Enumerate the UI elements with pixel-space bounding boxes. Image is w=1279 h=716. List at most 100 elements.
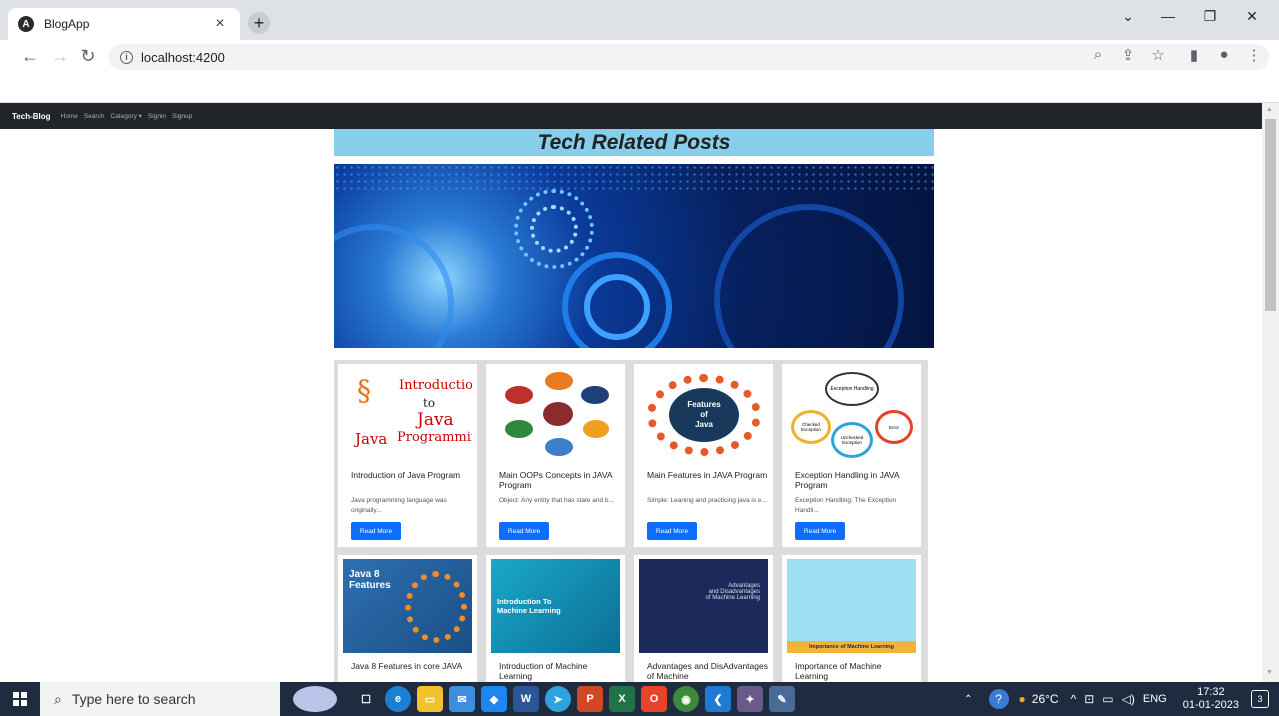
posts-grid: § Java Introduction to Java Programming … — [334, 360, 928, 682]
dropbox-icon[interactable]: ◆ — [481, 686, 507, 712]
excel-icon[interactable]: X — [609, 686, 635, 712]
task-view-icon[interactable]: ☐ — [353, 686, 379, 712]
taskbar-search[interactable]: ⌕ Type here to search — [40, 682, 280, 716]
machine-learning-image: Introduction To Machine Learning — [491, 559, 620, 653]
nav-dropdown-category[interactable]: Category ▾ — [110, 112, 141, 120]
post-card: Exception Handling Checked Exception Unc… — [782, 364, 921, 547]
clock-date: 01-01-2023 — [1182, 699, 1239, 711]
scroll-up-icon[interactable]: ▲ — [1266, 106, 1273, 113]
read-more-button[interactable]: Read More — [647, 522, 697, 540]
bookmark-bar — [0, 72, 1279, 103]
oops-concepts-image — [491, 368, 620, 462]
main-content: Tech Related Posts § Java Introduction t… — [334, 129, 934, 682]
office-icon[interactable]: O — [641, 686, 667, 712]
reload-icon[interactable]: ↻ — [78, 46, 98, 67]
menu-kebab-icon[interactable]: ⋮ — [1244, 46, 1264, 64]
help-icon[interactable]: ? — [988, 689, 1009, 709]
widget-cat-image[interactable] — [280, 682, 350, 716]
windows-taskbar: ⌕ Type here to search ☐ e ▭ ✉ ◆ W ➤ P X … — [0, 682, 1279, 716]
tab-close-button[interactable]: × — [210, 15, 230, 33]
card-title: Java 8 Features in core JAVA — [351, 661, 463, 671]
chevron-up-icon[interactable]: ^ — [1071, 692, 1077, 706]
nav-link-signup[interactable]: Signup — [172, 113, 192, 120]
browser-tab[interactable]: A BlogApp × — [8, 8, 240, 40]
card-excerpt: Simple: Leaning and practicing java is e… — [647, 497, 767, 504]
card-title: Main Features in JAVA Program — [647, 470, 768, 480]
speaker-icon[interactable]: ◁) — [1122, 692, 1135, 706]
post-card: Java 8 Features Java 8 Features in core … — [338, 555, 477, 682]
browser-toolbar: ← → ↻ i localhost:4200 ⌕ ⇪ ☆ ▮ ● ⋮ — [0, 40, 1279, 72]
system-tray: ⌃ ? ● 26°C ^ ⊡ ▭ ◁) ENG 17:32 01-01-2023… — [958, 682, 1279, 716]
network-icon[interactable]: ⊡ — [1084, 692, 1094, 706]
minimize-button[interactable]: — — [1148, 8, 1188, 24]
zoom-icon[interactable]: ⌕ — [1088, 46, 1108, 63]
search-placeholder: Type here to search — [71, 691, 196, 707]
post-card: Advantages and Disadvantages of Machine … — [634, 555, 773, 682]
new-tab-button[interactable]: + — [248, 12, 270, 34]
scroll-thumb[interactable] — [1265, 119, 1276, 311]
card-title: Introduction of Machine Learning — [499, 661, 588, 681]
read-more-button[interactable]: Read More — [795, 522, 845, 540]
powerpoint-icon[interactable]: P — [577, 686, 603, 712]
back-icon[interactable]: ← — [20, 46, 40, 67]
page-scrollbar[interactable]: ▲ ▼ — [1262, 103, 1279, 682]
page-title: Tech Related Posts — [334, 129, 934, 156]
telegram-icon[interactable]: ➤ — [545, 686, 571, 712]
read-more-button[interactable]: Read More — [499, 522, 549, 540]
scroll-down-icon[interactable]: ▼ — [1266, 669, 1273, 676]
mail-icon[interactable]: ✉ — [449, 686, 475, 712]
card-title: Main OOPs Concepts in JAVA Program — [499, 470, 613, 490]
tray-overflow-icon[interactable]: ⌃ — [964, 694, 972, 705]
ml-importance-image: Importance of Machine Learning — [787, 559, 916, 653]
clock[interactable]: 17:32 01-01-2023 — [1183, 686, 1239, 712]
maximize-button[interactable]: ❐ — [1190, 8, 1230, 25]
post-card: § Java Introduction to Java Programming … — [338, 364, 477, 547]
post-card: Introduction To Machine Learning Introdu… — [486, 555, 625, 682]
card-title: Importance of Machine Learning — [795, 661, 882, 681]
tab-title: BlogApp — [44, 17, 90, 31]
tech-banner-image — [334, 164, 934, 348]
ml-advantages-image: Advantages and Disadvantages of Machine … — [639, 559, 768, 653]
card-excerpt: Java programming language was originally… — [351, 497, 447, 514]
read-more-button[interactable]: Read More — [351, 522, 401, 540]
bookmark-star-icon[interactable]: ☆ — [1148, 46, 1168, 64]
share-icon[interactable]: ⇪ — [1118, 46, 1138, 64]
app-navbar: Tech-Blog Home Search Category ▾ Signin … — [0, 103, 1262, 129]
navbar-brand[interactable]: Tech-Blog — [12, 112, 51, 121]
chrome-icon[interactable]: ◉ — [673, 686, 699, 712]
java8-features-image: Java 8 Features — [343, 559, 472, 653]
weather-temp[interactable]: 26°C — [1032, 692, 1059, 706]
language-indicator[interactable]: ENG — [1143, 693, 1167, 705]
side-panel-icon[interactable]: ▮ — [1184, 46, 1204, 64]
java-logo-image: § Java Introduction to Java Programming — [343, 368, 472, 462]
vscode-icon[interactable]: ❮ — [705, 686, 731, 712]
post-card: Importance of Machine Learning Importanc… — [782, 555, 921, 682]
exception-handling-image: Exception Handling Checked Exception Unc… — [787, 368, 916, 462]
url-text[interactable]: localhost:4200 — [141, 50, 225, 65]
card-title: Advantages and DisAdvantages of Machine — [647, 661, 768, 681]
profile-avatar[interactable]: ● — [1214, 46, 1234, 63]
card-excerpt: Object: Any entity that has state and b.… — [499, 497, 614, 504]
site-info-icon[interactable]: i — [120, 50, 133, 64]
start-button[interactable] — [0, 682, 40, 716]
angular-icon: A — [18, 16, 34, 32]
word-icon[interactable]: W — [513, 686, 539, 712]
card-title: Exception Handling in JAVA Program — [795, 470, 900, 490]
notepad-icon[interactable]: ✎ — [769, 686, 795, 712]
edge-icon[interactable]: e — [385, 686, 411, 712]
nav-link-home[interactable]: Home — [61, 113, 78, 120]
notification-icon[interactable]: 3 — [1251, 690, 1269, 708]
file-explorer-icon[interactable]: ▭ — [417, 686, 443, 712]
forward-icon[interactable]: → — [50, 46, 70, 67]
tab-search-button[interactable]: ⌄ — [1108, 8, 1148, 25]
java-features-image: Features of Java — [639, 368, 768, 462]
game-app-icon[interactable]: ✦ — [737, 686, 763, 712]
nav-link-search[interactable]: Search — [84, 113, 105, 120]
nav-link-signin[interactable]: Signin — [148, 113, 166, 120]
clock-time: 17:32 — [1197, 686, 1225, 698]
windows-logo-icon — [13, 692, 27, 706]
post-card: Features of Java Main Features in JAVA P… — [634, 364, 773, 547]
weather-icon[interactable]: ● — [1019, 692, 1026, 706]
battery-icon[interactable]: ▭ — [1102, 692, 1113, 706]
close-window-button[interactable]: ✕ — [1232, 8, 1272, 25]
